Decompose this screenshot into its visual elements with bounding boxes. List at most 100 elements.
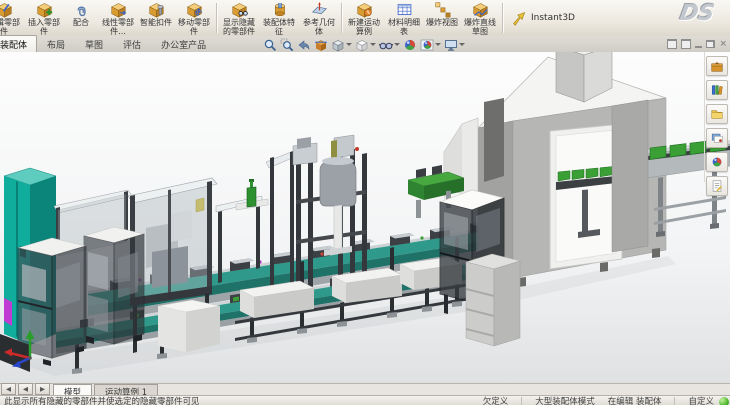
- button-label: 爆炸视图: [426, 18, 458, 27]
- task-pane-edge: [704, 52, 705, 182]
- dropdown-caret-icon[interactable]: [435, 43, 441, 46]
- zoom-to-fit-button[interactable]: [262, 37, 278, 52]
- tab-evaluate[interactable]: 评估: [113, 35, 151, 52]
- solidworks-resources-icon: [710, 59, 724, 73]
- file-explorer-button[interactable]: [706, 104, 728, 124]
- units-selector[interactable]: 自定义: [688, 395, 714, 405]
- design-library-button[interactable]: [706, 80, 728, 100]
- button-label: 参考几何体: [301, 18, 337, 36]
- view-orientation-button[interactable]: [330, 37, 353, 52]
- help-sphere-icon[interactable]: [719, 397, 729, 405]
- button-label: 编辑零部件: [0, 18, 22, 36]
- first-tab-nav-button[interactable]: ◀: [1, 383, 16, 395]
- dropdown-caret-icon[interactable]: [394, 43, 400, 46]
- new-motion-study-button[interactable]: 新建运动算例: [344, 0, 384, 36]
- large-assembly-mode: 大型装配体模式: [535, 395, 595, 405]
- minimize-button[interactable]: [695, 46, 702, 48]
- prev-tab-nav-button[interactable]: ◀: [18, 383, 33, 395]
- instant3d-icon: [511, 10, 528, 27]
- smart-fasteners-button[interactable]: 智能扣件: [138, 0, 174, 36]
- edit-appearance-button[interactable]: [402, 37, 418, 52]
- eyeglasses-icon: [379, 38, 393, 52]
- editing-state: 在编辑 装配体: [608, 395, 662, 405]
- button-label: 新建运动算例: [346, 18, 382, 36]
- window-icon[interactable]: [667, 39, 677, 49]
- show-hidden-icon: [231, 1, 248, 18]
- button-label: 爆炸直线草图: [462, 18, 498, 36]
- appearances-scenes-button[interactable]: [706, 152, 728, 172]
- dropdown-caret-icon[interactable]: [370, 43, 376, 46]
- white-front-table[interactable]: [158, 300, 220, 352]
- view-settings-icon: [444, 38, 458, 52]
- section-view-icon: [314, 38, 328, 52]
- mate-button[interactable]: 配合: [64, 0, 98, 36]
- restore-button[interactable]: [706, 40, 715, 48]
- close-button[interactable]: ×: [719, 40, 727, 49]
- appearances-sphere-icon: [710, 155, 724, 169]
- exploded-view-button[interactable]: 爆炸视图: [424, 0, 460, 36]
- status-bar: 此显示所有隐藏的零部件并使选定的隐藏零部件可见 欠定义 大型装配体模式 在编辑 …: [0, 395, 730, 405]
- tab-sketch[interactable]: 草图: [75, 35, 113, 52]
- previous-view-button[interactable]: [296, 37, 312, 52]
- task-pane-tabs: [706, 56, 728, 196]
- side-opening: [484, 98, 504, 182]
- solidworks-window: 编辑零部件 插入零部件 配合 线性零部件... 智能扣件 移动零部件: [0, 0, 730, 405]
- insert-components-button[interactable]: 插入零部件: [24, 0, 64, 36]
- document-window-controls: ×: [667, 38, 727, 50]
- assembly-features-icon: [271, 1, 288, 18]
- dassault-systemes-logo: DS: [678, 1, 717, 26]
- toolbar-separator: [502, 3, 503, 33]
- zoom-to-fit-icon: [263, 38, 277, 52]
- instant3d-button[interactable]: Instant3D: [505, 0, 581, 36]
- view-palette-icon: [710, 131, 724, 145]
- bill-of-materials-button[interactable]: 材料明细表: [384, 0, 424, 36]
- move-component-button[interactable]: 移动零部件: [174, 0, 214, 36]
- dropdown-caret-icon[interactable]: [459, 43, 465, 46]
- move-component-icon: [186, 1, 203, 18]
- custom-properties-icon: [710, 179, 724, 193]
- edit-component-button[interactable]: 编辑零部件: [0, 0, 24, 36]
- mate-icon: [73, 1, 90, 18]
- explode-line-sketch-button[interactable]: 爆炸直线草图: [460, 0, 500, 36]
- view-settings-button[interactable]: [443, 37, 466, 52]
- defined-state: 欠定义: [483, 395, 509, 405]
- zoom-to-area-button[interactable]: [279, 37, 295, 52]
- display-style-button[interactable]: [354, 37, 377, 52]
- door-opening[interactable]: [550, 124, 622, 269]
- status-separator: [521, 397, 522, 405]
- dropdown-caret-icon[interactable]: [346, 43, 352, 46]
- toolbar-separator: [216, 3, 217, 33]
- linear-component-pattern-button[interactable]: 线性零部件...: [98, 0, 138, 36]
- graphics-viewport[interactable]: [0, 52, 730, 383]
- custom-properties-button[interactable]: [706, 176, 728, 196]
- button-label: 智能扣件: [140, 18, 172, 27]
- section-view-button[interactable]: [313, 37, 329, 52]
- button-label: 移动零部件: [176, 18, 212, 36]
- reference-geometry-button[interactable]: 参考几何体: [299, 0, 339, 36]
- left-dark-cabinet-rear[interactable]: [84, 227, 144, 344]
- solidworks-resources-button[interactable]: [706, 56, 728, 76]
- design-library-icon: [710, 83, 724, 97]
- drawer-cart[interactable]: [466, 254, 520, 346]
- button-label: 材料明细表: [386, 18, 422, 36]
- tab-assembly[interactable]: 装配体: [0, 35, 37, 52]
- button-label: 装配体特征: [261, 18, 297, 36]
- explode-line-sketch-icon: [472, 1, 489, 18]
- toolbar-separator: [341, 3, 342, 33]
- tab-layout[interactable]: 布局: [37, 35, 75, 52]
- tab-office-products[interactable]: 办公室产品: [151, 35, 216, 52]
- assembly-features-button[interactable]: 装配体特征: [259, 0, 299, 36]
- hide-show-items-button[interactable]: [378, 37, 401, 52]
- display-style-icon: [355, 38, 369, 52]
- bom-table-icon: [396, 1, 413, 18]
- status-separator: [674, 397, 675, 405]
- window-icon[interactable]: [681, 39, 691, 49]
- show-hidden-components-button[interactable]: 显示隐藏的零部件: [219, 0, 259, 36]
- command-manager-toolbar: 编辑零部件 插入零部件 配合 线性零部件... 智能扣件 移动零部件: [0, 0, 730, 37]
- enclosure-wing-panel[interactable]: [612, 100, 648, 252]
- apply-scene-button[interactable]: [419, 37, 442, 52]
- view-palette-button[interactable]: [706, 128, 728, 148]
- button-label: 插入零部件: [26, 18, 62, 36]
- next-tab-nav-button[interactable]: ▶: [35, 383, 50, 395]
- folder-icon: [710, 107, 724, 121]
